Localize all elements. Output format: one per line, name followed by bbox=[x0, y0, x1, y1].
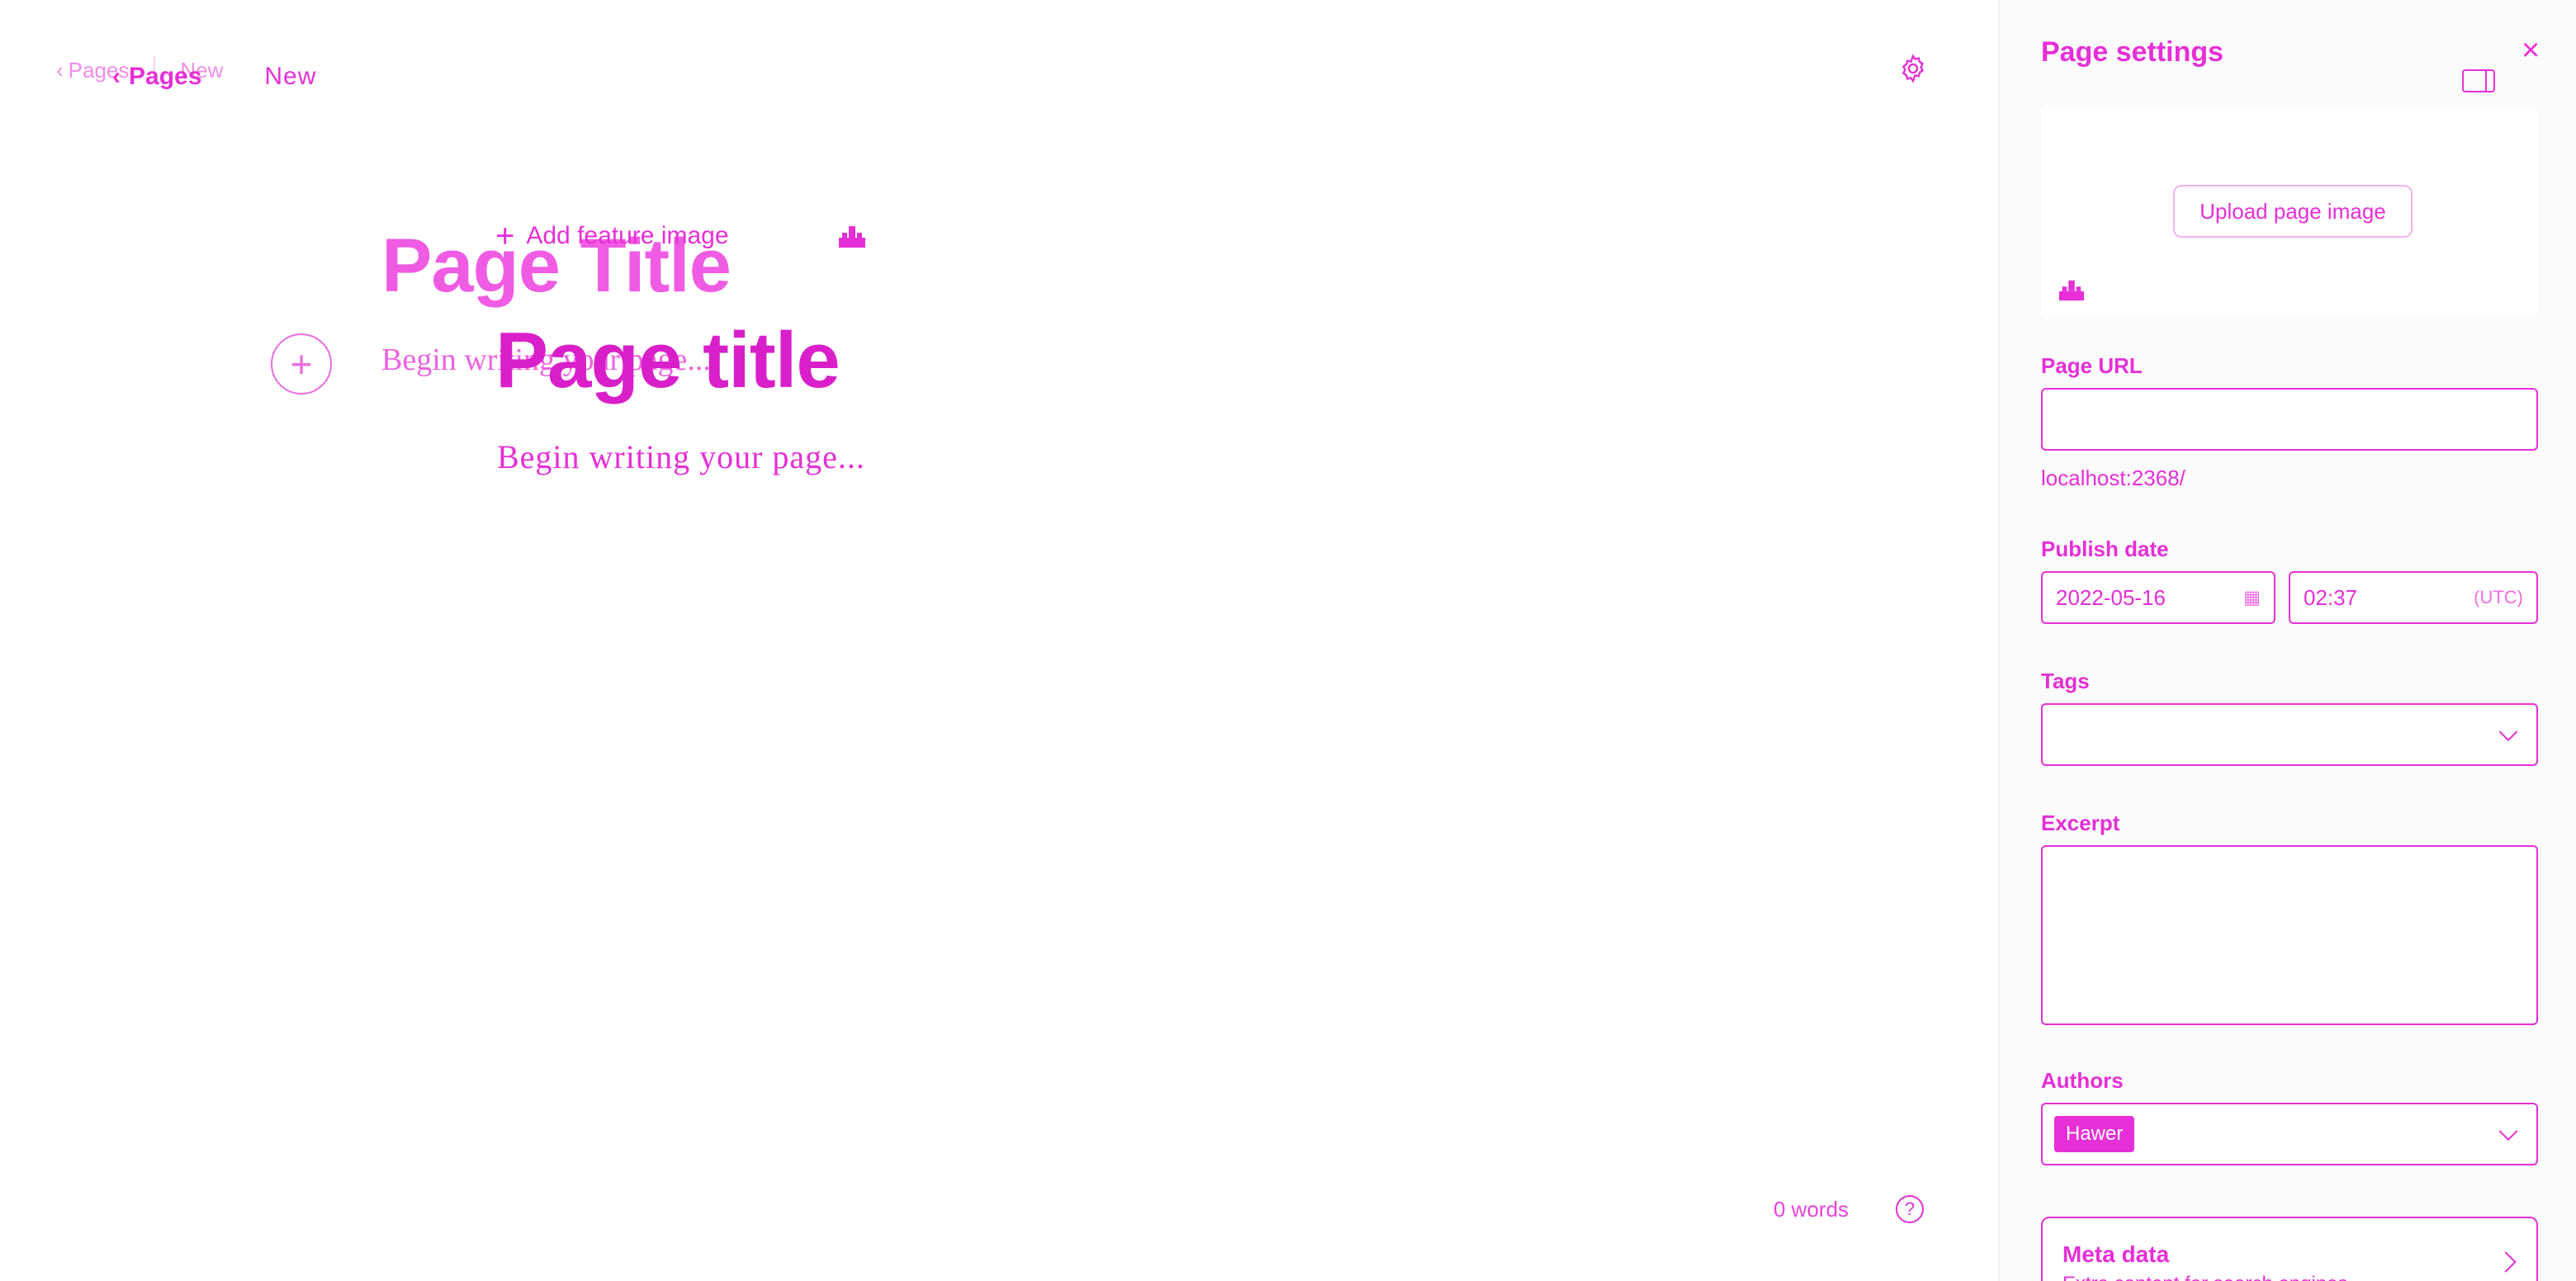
post-status: New bbox=[264, 63, 317, 90]
page-settings-panel: Page settings × Upload page image Page U… bbox=[1998, 0, 2576, 1281]
gear-icon[interactable] bbox=[1897, 53, 1929, 84]
page-url-hint: localhost:2368/ bbox=[2041, 466, 2185, 490]
meta-data-title: Meta data bbox=[2062, 1241, 2170, 1267]
chevron-right-icon bbox=[2495, 1251, 2517, 1273]
timezone-label: (UTC) bbox=[2474, 587, 2523, 607]
tags-select[interactable] bbox=[2041, 703, 2538, 766]
page-title-input[interactable]: Page title bbox=[495, 315, 841, 406]
author-token[interactable]: Hawer bbox=[2054, 1116, 2135, 1152]
publish-date-label: Publish date bbox=[2041, 537, 2169, 561]
word-count: 0 words bbox=[1773, 1197, 1849, 1222]
add-card-button[interactable]: + bbox=[271, 333, 332, 395]
chevron-down-icon bbox=[2498, 1122, 2518, 1142]
meta-data-button[interactable]: Meta data Extra content for search engin… bbox=[2041, 1217, 2538, 1281]
back-to-pages-link[interactable]: ‹ Pages bbox=[112, 63, 201, 91]
excerpt-textarea[interactable] bbox=[2041, 845, 2538, 1025]
upload-page-image-button[interactable]: Upload page image bbox=[2173, 185, 2413, 238]
page-url-label: Page URL bbox=[2041, 353, 2143, 378]
calendar-icon[interactable]: ▦ bbox=[2243, 587, 2261, 608]
authors-select[interactable]: Hawer bbox=[2041, 1103, 2538, 1165]
excerpt-label: Excerpt bbox=[2041, 811, 2120, 835]
help-icon[interactable]: ? bbox=[1896, 1195, 1924, 1223]
chevron-left-icon: ‹ bbox=[112, 63, 121, 90]
plus-icon: + bbox=[495, 218, 515, 254]
page-url-input[interactable] bbox=[2041, 388, 2538, 451]
image-icon[interactable] bbox=[2057, 277, 2086, 302]
tags-label: Tags bbox=[2041, 669, 2090, 693]
publish-time-input[interactable]: 02:37 (UTC) bbox=[2289, 571, 2538, 624]
page-body-editor[interactable]: Begin writing your page... bbox=[497, 437, 865, 476]
chevron-left-icon: ‹ bbox=[56, 57, 64, 83]
sidebar-toggle-icon[interactable] bbox=[2462, 69, 2495, 92]
authors-label: Authors bbox=[2041, 1068, 2124, 1093]
image-icon[interactable] bbox=[837, 223, 867, 249]
page-image-area: Upload page image bbox=[2041, 106, 2538, 317]
meta-data-subtitle: Extra content for search engines bbox=[2062, 1273, 2348, 1281]
add-feature-image-button[interactable]: + Add feature image bbox=[495, 220, 729, 253]
panel-title: Page settings bbox=[2041, 36, 2224, 68]
chevron-down-icon bbox=[2498, 722, 2518, 742]
publish-date-input[interactable]: 2022-05-16 ▦ bbox=[2041, 571, 2275, 624]
topbar: ‹ Pages New bbox=[112, 63, 316, 91]
close-icon[interactable]: × bbox=[2522, 35, 2540, 66]
